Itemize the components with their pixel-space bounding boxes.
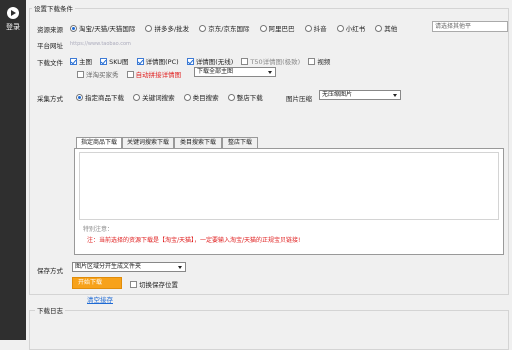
tab-keyword-download[interactable]: 关键词搜索下载 (122, 137, 174, 148)
login-label[interactable]: 登录 (0, 22, 26, 32)
collect-label: 采集方式 (37, 95, 63, 103)
files-row1: 主图 SKU图 详情图(PC) 详情图(无线) T50详情图(极致) 视频 (70, 56, 330, 66)
file-checkbox-detail-pc[interactable]: 详情图(PC) (136, 58, 179, 66)
tab-panel: 指定商品下载 关键词搜索下载 类目搜索下载 整店下载 特别注意： 注：当前选择的… (74, 137, 504, 255)
collect-options: 指定商品下载 关键词搜索 类目搜索 整店下载 (76, 92, 263, 102)
checkbox-icon (241, 58, 249, 65)
source-label: 资源来源 (37, 26, 63, 34)
radio-icon (133, 94, 141, 101)
radio-icon (227, 94, 235, 101)
file-checkbox-sku[interactable]: SKU图 (100, 58, 129, 66)
radio-icon (183, 94, 191, 101)
other-platform-input[interactable]: 请选择其他平 (432, 21, 508, 32)
tab-category-download[interactable]: 类目搜索下载 (174, 137, 222, 148)
checkbox-icon (126, 71, 134, 78)
file-checkbox-auto-stitch[interactable]: 自动拼接详情图 (126, 71, 181, 79)
checkbox-checked-icon (186, 58, 194, 65)
source-options: 淘宝/天猫/天猫国际 拼多多/批发 京东/京东国际 阿里巴巴 抖音 小红书 其他 (70, 23, 397, 33)
file-checkbox-video[interactable]: 视频 (308, 58, 330, 66)
tab-store-download[interactable]: 整店下载 (222, 137, 258, 148)
collect-option-specified[interactable]: 指定商品下载 (76, 94, 124, 102)
save-label: 保存方式 (37, 267, 63, 275)
login-icon[interactable] (7, 7, 19, 19)
collect-option-category[interactable]: 类目搜索 (183, 94, 219, 102)
source-option[interactable]: 其他 (375, 25, 397, 33)
source-option[interactable]: 拼多多/批发 (145, 25, 189, 33)
sidebar: 登录 (0, 0, 26, 340)
log-title: 下载日志 (35, 305, 65, 315)
radio-icon (199, 25, 207, 32)
file-checkbox-detail-mobile[interactable]: 详情图(无线) (186, 58, 233, 66)
file-checkbox-buyer-show[interactable]: 洋淘买家秀 (77, 71, 119, 79)
collect-option-store[interactable]: 整店下载 (227, 94, 263, 102)
platform-label: 平台网址 (37, 42, 63, 50)
radio-icon (259, 25, 267, 32)
file-checkbox-t50[interactable]: T50详情图(极致) (241, 58, 300, 66)
source-option[interactable]: 抖音 (304, 25, 327, 33)
log-group (29, 310, 509, 350)
links-textarea[interactable] (79, 152, 499, 220)
source-option[interactable]: 阿里巴巴 (259, 25, 295, 33)
checkbox-icon (130, 281, 137, 288)
checkbox-checked-icon (100, 58, 108, 65)
compress-select[interactable]: 无压缩图片 (319, 90, 401, 100)
switch-save-location[interactable]: 切换保存位置 (130, 279, 178, 289)
source-option[interactable]: 淘宝/天猫/天猫国际 (70, 25, 135, 33)
start-download-button[interactable]: 开始下载 (72, 277, 122, 289)
compress-label: 图片压缩 (286, 95, 312, 103)
section-title: 设置下载条件 (32, 3, 75, 13)
main-image-mode-select[interactable]: 下载全部主图 (194, 67, 276, 77)
radio-selected-icon (76, 94, 83, 101)
radio-icon (375, 25, 383, 32)
source-option[interactable]: 京东/京东国际 (199, 25, 249, 33)
notice-text: 注：当前选择的资源下载是【淘宝/天猫】，一定要输入淘宝/天猫的正规宝贝链接! (87, 237, 301, 244)
checkbox-checked-icon (70, 58, 77, 65)
checkbox-icon (77, 71, 84, 78)
collect-option-keyword[interactable]: 关键词搜索 (133, 94, 175, 102)
source-option[interactable]: 小红书 (336, 25, 365, 33)
checkbox-checked-icon (136, 58, 144, 65)
radio-selected-icon (70, 25, 77, 32)
radio-icon (145, 25, 153, 32)
main-panel: 设置下载条件 资源来源 淘宝/天猫/天猫国际 拼多多/批发 京东/京东国际 阿里… (26, 0, 512, 350)
platform-url: https://www.taobao.com (70, 41, 131, 47)
clear-link[interactable]: 清空接存 (87, 294, 113, 304)
save-mode-select[interactable]: 图片区域分开生成文件夹 (72, 262, 186, 272)
tab-content: 特别注意： 注：当前选择的资源下载是【淘宝/天猫】，一定要输入淘宝/天猫的正规宝… (74, 148, 504, 255)
files-label: 下载文件 (37, 59, 63, 67)
radio-icon (304, 25, 312, 32)
checkbox-icon (308, 58, 316, 65)
file-checkbox-main[interactable]: 主图 (70, 58, 92, 66)
files-row2: 洋淘买家秀 自动拼接详情图 (77, 69, 181, 79)
radio-icon (336, 25, 344, 32)
notice-title: 特别注意： (83, 226, 114, 233)
